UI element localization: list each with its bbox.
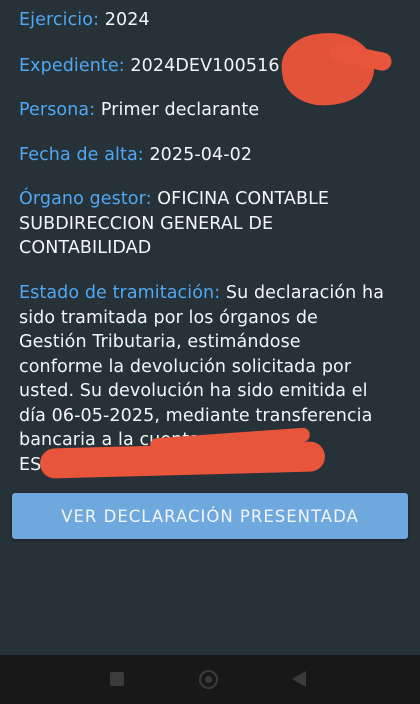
persona-value: Primer declarante	[100, 100, 260, 120]
persona-label: Persona:	[19, 100, 96, 120]
field-fecha-alta: Fecha de alta: 2025-04-02	[19, 143, 389, 168]
fecha-alta-label: Fecha de alta:	[19, 145, 144, 165]
estado-tramitacion-label: Estado de tramitación:	[19, 283, 221, 303]
field-organo-gestor: Órgano gestor: OFICINA CONTABLE SUBDIREC…	[19, 187, 364, 261]
organo-gestor-label: Órgano gestor:	[19, 189, 152, 209]
fecha-alta-value: 2025-04-02	[149, 145, 253, 165]
ejercicio-label: Ejercicio:	[19, 10, 100, 30]
ejercicio-value: 2024	[104, 10, 150, 30]
home-icon[interactable]	[199, 670, 218, 689]
detail-screen: Ejercicio: 2024 Expediente: 2024DEV10051…	[0, 0, 420, 655]
field-ejercicio: Ejercicio: 2024	[19, 8, 389, 33]
estado-tramitacion-value: Su declaración ha sido tramitada por los…	[19, 283, 385, 450]
expediente-value: 2024DEV100516	[130, 56, 280, 76]
system-navbar	[0, 655, 420, 704]
iban-prefix: ES	[19, 454, 42, 475]
home-icon-dot	[205, 676, 212, 683]
back-icon[interactable]	[292, 671, 306, 687]
ver-declaracion-button[interactable]: VER DECLARACIÓN PRESENTADA	[12, 493, 408, 539]
expediente-label: Expediente:	[19, 56, 125, 76]
recents-icon[interactable]	[110, 672, 124, 686]
